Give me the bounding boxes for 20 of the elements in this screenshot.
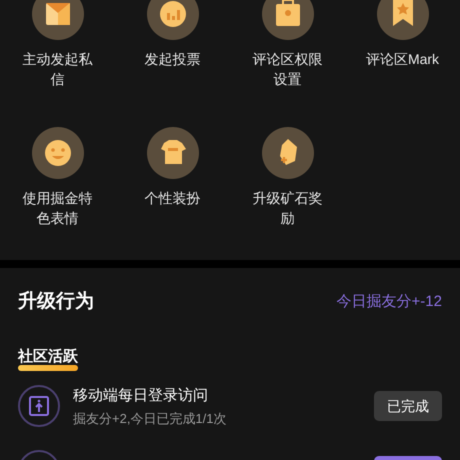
privilege-icon xyxy=(32,127,84,179)
category-title: 社区活跃 xyxy=(18,348,78,364)
privilege-icon xyxy=(146,127,198,179)
privilege-icon xyxy=(146,0,198,40)
privilege-icon xyxy=(32,0,84,40)
task-button[interactable]: 已完成 xyxy=(374,391,442,421)
section-title: 升级行为 xyxy=(18,290,94,314)
privilege-label: 个性装扮 xyxy=(144,189,202,208)
privilege-label: 发起投票 xyxy=(144,50,202,69)
today-score: 今日掘友分+-12 xyxy=(336,292,442,312)
privilege-icon xyxy=(262,0,314,40)
privilege-icon xyxy=(262,127,314,179)
task-detail: 掘友分+2,今日已完成1/1次 xyxy=(73,410,228,428)
privilege-label: 使用掘金特色表情 xyxy=(22,189,94,228)
task-title: 移动端每日登录访问 xyxy=(73,386,209,406)
privilege-label: 主动发起私信 xyxy=(22,50,94,89)
privilege-label: 升级矿石奖励 xyxy=(252,189,324,228)
privilege-icon xyxy=(376,0,428,40)
privilege-label: 评论区权限设置 xyxy=(252,50,324,89)
privilege-label: 评论区Mark xyxy=(366,50,440,69)
